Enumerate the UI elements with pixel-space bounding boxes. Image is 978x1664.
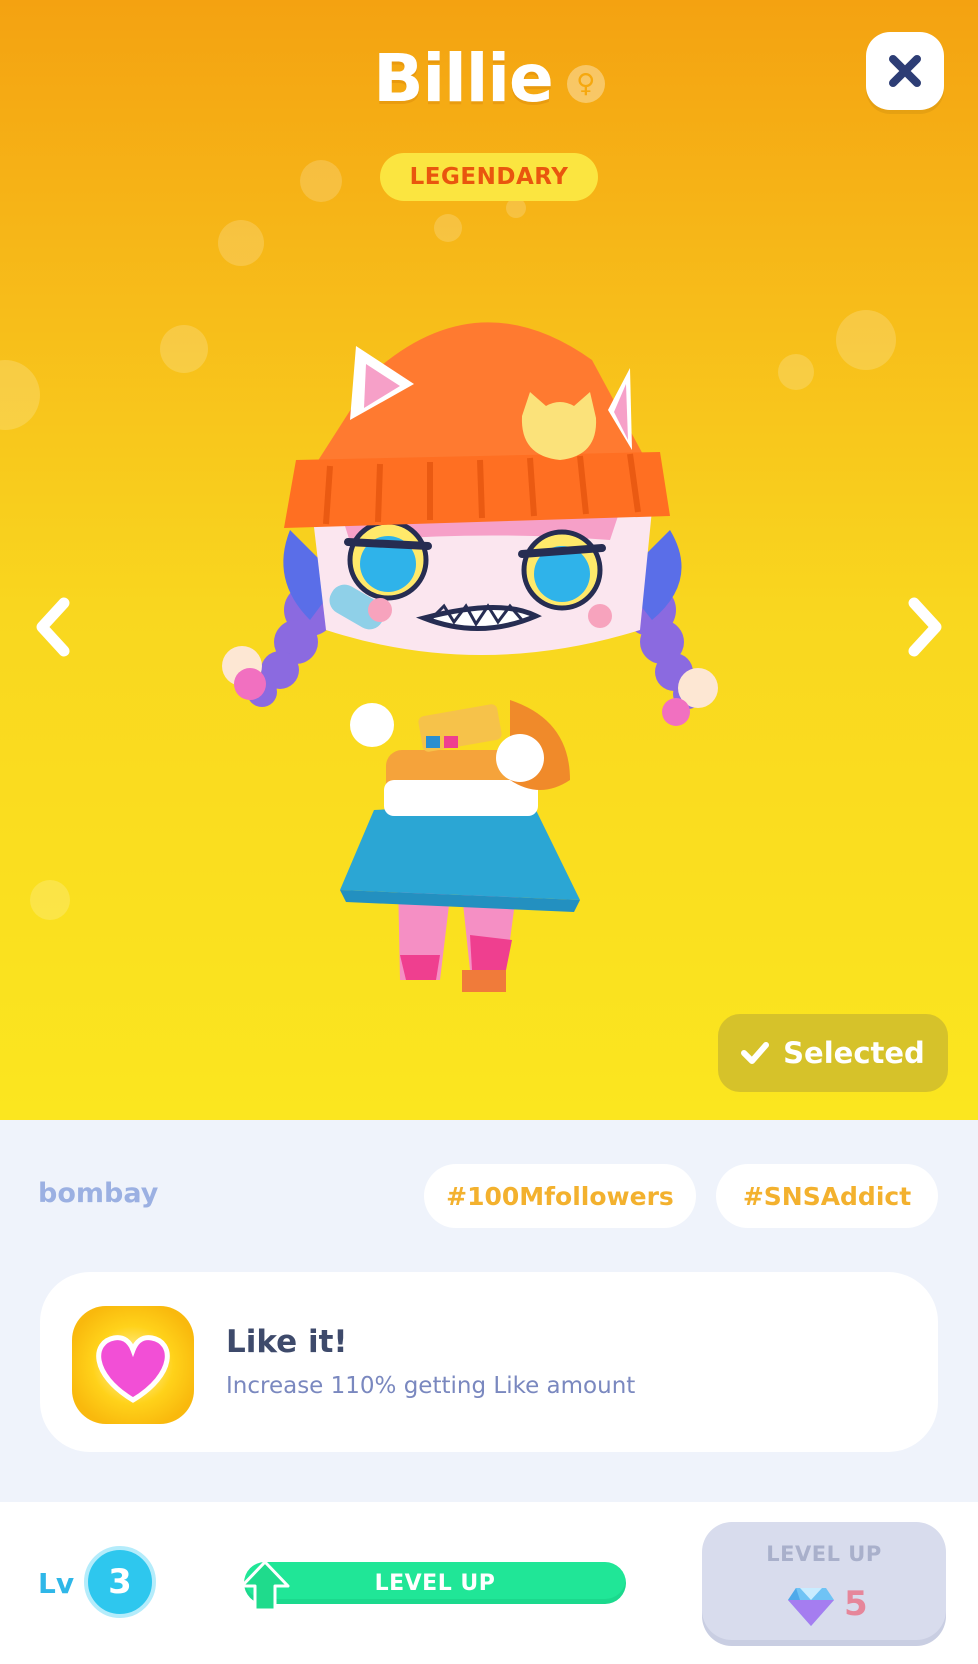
level-up-button[interactable]: LEVEL UP 5: [702, 1522, 946, 1646]
bokeh-dot: [778, 354, 814, 390]
rarity-badge: LEGENDARY: [380, 153, 598, 201]
artist-name: bombay: [38, 1178, 159, 1209]
character-name: Billie: [373, 40, 554, 117]
bokeh-dot: [300, 160, 342, 202]
selected-button[interactable]: Selected: [718, 1014, 948, 1092]
bokeh-dot: [434, 214, 462, 242]
skill-card: Like it! Increase 110% getting Like amou…: [40, 1272, 938, 1452]
title-row: Billie ♀: [0, 40, 978, 117]
bokeh-dot: [0, 360, 40, 430]
chevron-left-icon: [36, 597, 70, 657]
level-up-label: LEVEL UP: [766, 1542, 882, 1566]
level-up-cost: 5: [844, 1584, 868, 1624]
heart-icon: [72, 1306, 194, 1424]
level-prefix: Lv: [38, 1567, 75, 1600]
bokeh-dot: [30, 880, 70, 920]
check-icon: [741, 1042, 770, 1064]
next-character-button[interactable]: [904, 595, 948, 659]
tag-chip[interactable]: #100Mfollowers: [424, 1164, 696, 1228]
female-icon: ♀: [566, 64, 605, 103]
prev-character-button[interactable]: [30, 595, 74, 659]
close-icon: [889, 55, 921, 87]
bokeh-dot: [218, 220, 264, 266]
character-model: [222, 322, 718, 992]
gem-icon: [788, 1588, 834, 1626]
bokeh-dot: [506, 198, 526, 218]
tag-chip[interactable]: #SNSAddict: [716, 1164, 938, 1228]
character-showcase: Billie ♀ LEGENDARY Selected: [0, 0, 978, 1120]
skill-title: Like it!: [226, 1324, 348, 1360]
gender-symbol: ♀: [576, 68, 596, 99]
bokeh-dot: [836, 310, 896, 370]
close-button[interactable]: [866, 32, 944, 110]
arrow-up-icon: [240, 1560, 290, 1612]
skill-description: Increase 110% getting Like amount: [226, 1373, 636, 1399]
level-badge: 3: [84, 1546, 156, 1618]
chevron-right-icon: [908, 597, 942, 657]
selected-label: Selected: [783, 1036, 925, 1070]
level-progress-bar: LEVEL UP: [244, 1562, 626, 1604]
